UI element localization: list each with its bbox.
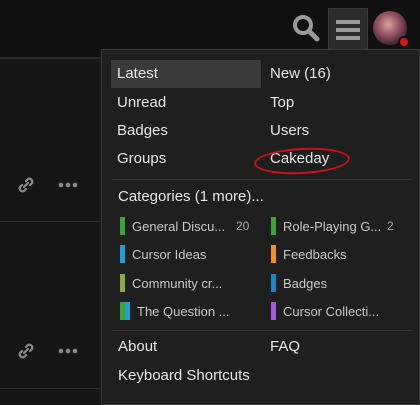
menu-item-unread[interactable]: Unread — [111, 89, 261, 117]
menu-item-groups[interactable]: Groups — [111, 145, 261, 173]
category-color-swatch — [271, 217, 276, 235]
link-icon[interactable] — [15, 340, 37, 362]
category-color-swatch — [120, 302, 130, 320]
hamburger-icon — [336, 19, 360, 40]
link-icon[interactable] — [15, 174, 37, 196]
divider — [0, 58, 100, 59]
category-name: The Question ... — [137, 303, 230, 319]
menu-item-cakeday[interactable]: Cakeday — [264, 145, 414, 173]
category-color-swatch — [120, 274, 125, 292]
category-item[interactable]: The Question ... — [120, 299, 260, 323]
category-name: Role-Playing G... — [283, 218, 382, 234]
more-icon[interactable] — [57, 174, 79, 196]
category-color-swatch — [120, 245, 125, 263]
menu-item-about[interactable]: About — [112, 333, 262, 361]
user-avatar[interactable] — [373, 11, 410, 48]
menu-item-faq[interactable]: FAQ — [264, 333, 414, 361]
category-item[interactable]: Cursor Collecti... — [271, 299, 411, 323]
menu-item-users[interactable]: Users — [264, 117, 414, 145]
menu-item-top[interactable]: Top — [264, 89, 414, 117]
category-name: Cursor Collecti... — [283, 303, 380, 319]
divider — [112, 179, 412, 180]
notification-dot — [398, 36, 410, 48]
menu-item-badges[interactable]: Badges — [111, 117, 261, 145]
more-icon[interactable] — [57, 340, 79, 362]
category-item[interactable]: Feedbacks — [271, 242, 411, 266]
category-count: 2 — [387, 219, 394, 233]
category-color-swatch — [271, 274, 276, 292]
hamburger-dropdown-menu: Latest Unread Badges Groups New (16) Top… — [101, 49, 420, 405]
category-name: Feedbacks — [283, 246, 347, 262]
category-color-swatch — [271, 245, 276, 263]
category-item[interactable]: Cursor Ideas — [120, 242, 260, 266]
category-item[interactable]: Role-Playing G... 2 — [271, 214, 411, 238]
category-name: General Discu... — [132, 218, 226, 234]
category-item[interactable]: Badges — [271, 271, 411, 295]
search-icon — [293, 15, 320, 42]
menu-item-keyboard-shortcuts[interactable]: Keyboard Shortcuts — [112, 362, 362, 390]
divider — [0, 388, 100, 389]
category-name: Community cr... — [132, 275, 223, 291]
category-name: Badges — [283, 275, 328, 291]
divider — [112, 330, 412, 331]
category-color-swatch — [120, 217, 125, 235]
category-name: Cursor Ideas — [132, 246, 207, 262]
divider — [0, 221, 100, 222]
menu-item-new[interactable]: New (16) — [264, 60, 414, 88]
category-item[interactable]: General Discu... 20 — [120, 214, 260, 238]
category-count: 20 — [236, 219, 250, 233]
category-item[interactable]: Community cr... — [120, 271, 260, 295]
menu-item-latest[interactable]: Latest — [111, 60, 261, 88]
category-color-swatch — [271, 302, 276, 320]
search-button[interactable] — [286, 8, 326, 48]
categories-link[interactable]: Categories (1 more)... — [112, 183, 412, 211]
